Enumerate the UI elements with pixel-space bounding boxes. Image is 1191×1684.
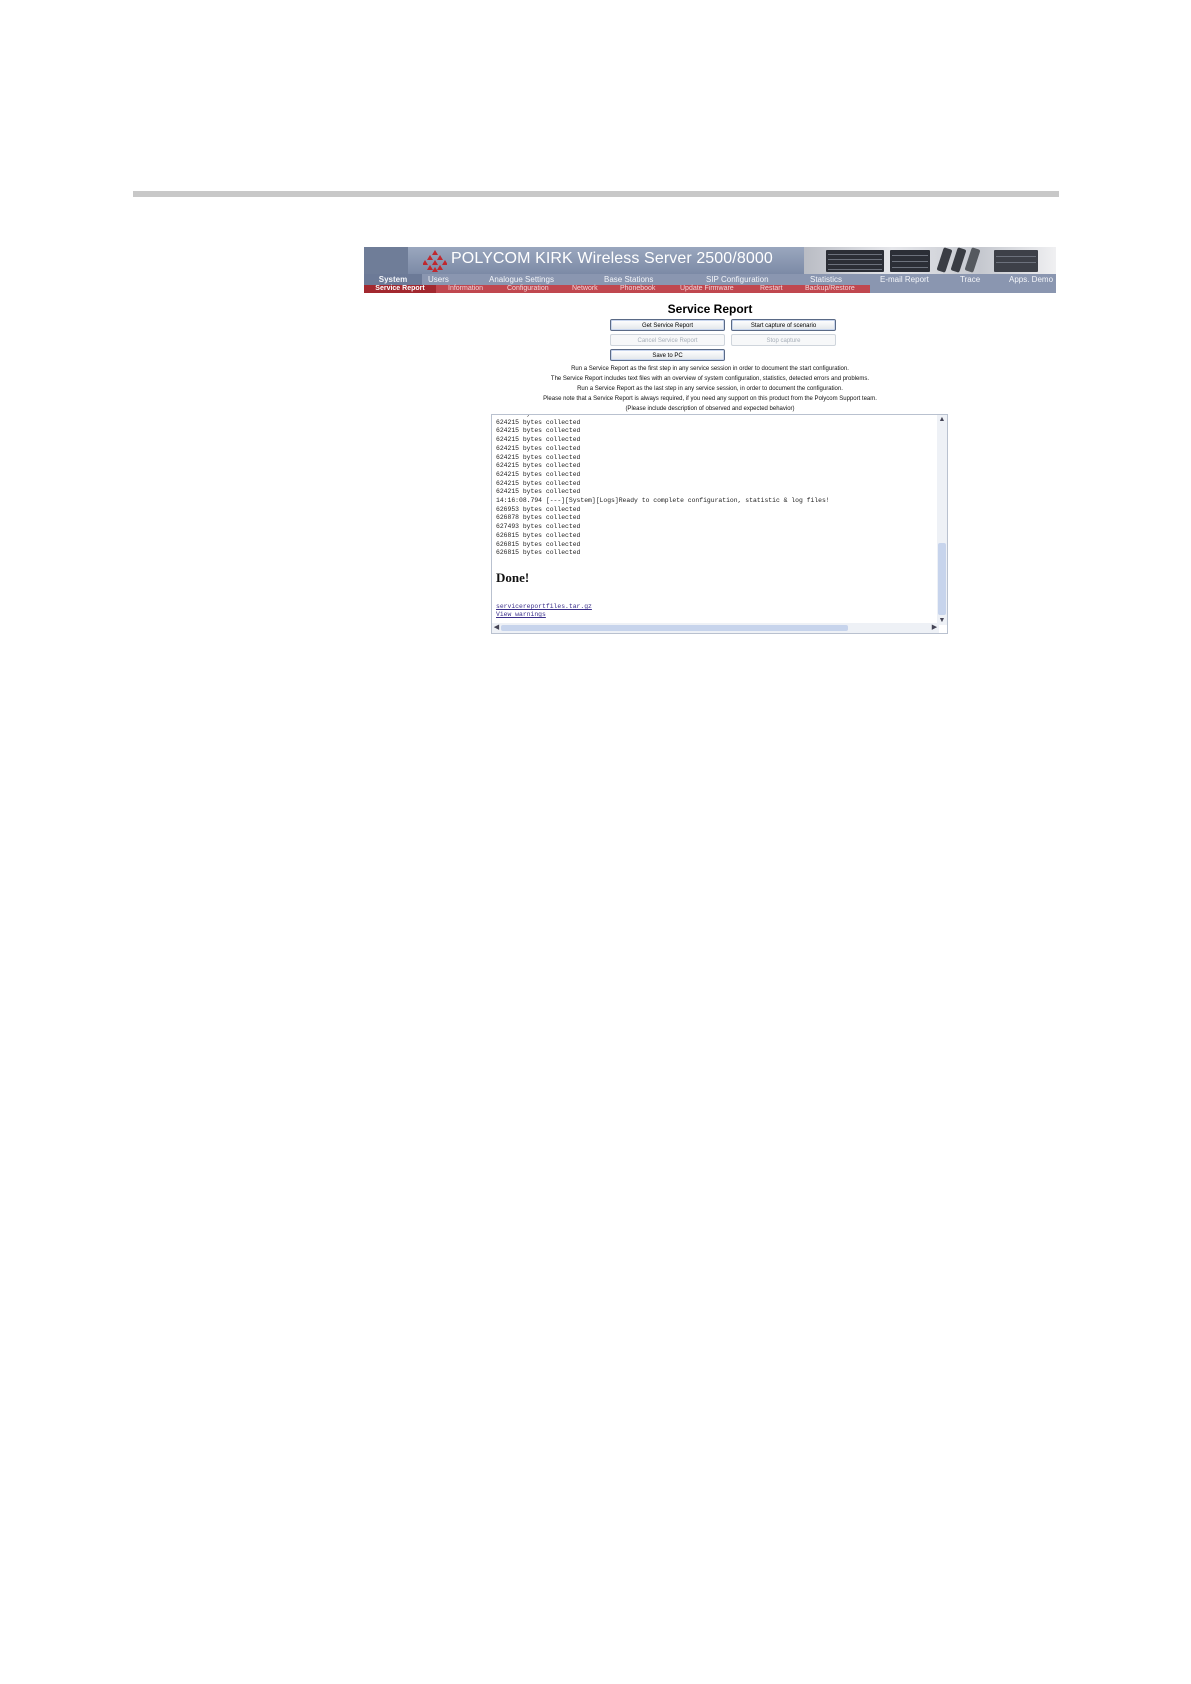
nav-tab-system[interactable]: System (364, 274, 422, 285)
main-nav: System Users Analogue Settings Base Stat… (364, 274, 1056, 285)
subnav-restart[interactable]: Restart (760, 285, 783, 293)
log-line: 626815 bytes collected (496, 549, 581, 557)
log-line: 624215 bytes collected (496, 488, 581, 496)
scroll-right-icon[interactable]: ▶ (930, 623, 939, 633)
vertical-scrollbar[interactable]: ▲ ▼ (937, 415, 947, 625)
nav-tab-sip-configuration[interactable]: SIP Configuration (706, 274, 769, 285)
nav-tab-users[interactable]: Users (428, 274, 449, 285)
cancel-service-report-button[interactable]: Cancel Service Report (610, 334, 725, 346)
log-line: 626815 bytes collected (496, 531, 581, 539)
log-line: 624215 bytes collected (496, 444, 581, 452)
web-admin-window: POLYCOM KIRK Wireless Server 2500/8000 S… (364, 247, 1056, 634)
nav-tab-email-report[interactable]: E-mail Report (880, 274, 929, 285)
info-line: The Service Report includes text files w… (550, 376, 870, 382)
info-line: Run a Service Report as the last step in… (577, 386, 843, 392)
nav-tab-base-stations[interactable]: Base Stations (604, 274, 653, 285)
log-line: 624215 bytes collected (496, 462, 581, 470)
service-report-file-link[interactable]: servicereportfiles.tar.gz (496, 603, 592, 610)
log-line: 626815 bytes collected (496, 540, 581, 548)
log-output: 624215 bytes collected 624215 bytes colle… (496, 415, 830, 558)
subnav-backup-restore[interactable]: Backup/Restore (805, 285, 855, 293)
info-line: Please note that a Service Report is alw… (543, 396, 877, 402)
save-to-pc-button[interactable]: Save to PC (610, 349, 725, 361)
log-line: 626953 bytes collected (496, 505, 581, 513)
log-line: 627493 bytes collected (496, 523, 581, 531)
log-line: 624215 bytes collected (496, 470, 581, 478)
subnav-phonebook[interactable]: Phonebook (620, 285, 655, 293)
info-line: (Please include description of observed … (625, 406, 795, 412)
subnav-network[interactable]: Network (572, 285, 598, 293)
polycom-logo-icon (423, 250, 447, 272)
document-header-rule (133, 191, 1059, 197)
nav-tab-trace[interactable]: Trace (960, 274, 980, 285)
report-output-frame[interactable]: 624215 bytes collected 624215 bytes colle… (491, 414, 948, 634)
log-line: 14:16:08.794 [---][System][Logs]Ready to… (496, 497, 830, 505)
vertical-scroll-thumb[interactable] (938, 543, 946, 615)
log-line: 624215 bytes collected (496, 479, 581, 487)
header-left-strip (364, 247, 408, 274)
info-line: Run a Service Report as the first step i… (571, 366, 849, 372)
scroll-left-icon[interactable]: ◀ (492, 623, 501, 633)
stop-capture-button[interactable]: Stop capture (731, 334, 836, 346)
page-title: Service Report (667, 302, 753, 316)
horizontal-scrollbar[interactable]: ◀ ▶ (492, 623, 939, 633)
get-service-report-button[interactable]: Get Service Report (610, 319, 725, 331)
log-line: 624215 bytes collected (496, 427, 581, 435)
log-line: 624215 bytes collected (496, 453, 581, 461)
view-warnings-link[interactable]: View warnings (496, 611, 546, 618)
log-line: 624215 bytes collected (496, 418, 581, 426)
app-header: POLYCOM KIRK Wireless Server 2500/8000 (364, 247, 1056, 274)
done-heading: Done! (496, 570, 530, 585)
product-title: POLYCOM KIRK Wireless Server 2500/8000 (451, 250, 773, 267)
hardware-banner-image (804, 247, 1056, 274)
sub-nav: Service Report Information Configuration… (364, 285, 870, 293)
sub-nav-filler (870, 285, 1056, 293)
subnav-update-firmware[interactable]: Update Firmware (680, 285, 734, 293)
scroll-up-icon[interactable]: ▲ (937, 415, 947, 424)
nav-tab-analogue-settings[interactable]: Analogue Settings (489, 274, 554, 285)
horizontal-scroll-thumb[interactable] (501, 625, 848, 631)
subnav-configuration[interactable]: Configuration (507, 285, 549, 293)
nav-tab-apps-demo[interactable]: Apps. Demo (1009, 274, 1053, 285)
subnav-information[interactable]: Information (448, 285, 483, 293)
start-capture-button[interactable]: Start capture of scenario (731, 319, 836, 331)
log-line: 624215 bytes collected (496, 436, 581, 444)
log-line: 626878 bytes collected (496, 514, 581, 522)
nav-tab-statistics[interactable]: Statistics (810, 274, 842, 285)
subnav-service-report[interactable]: Service Report (364, 285, 436, 293)
